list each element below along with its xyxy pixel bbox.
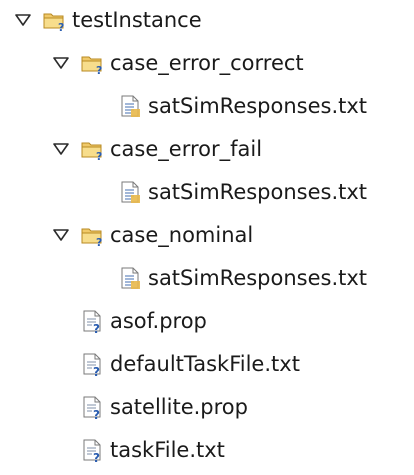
tree-item-testinstance[interactable]: ? testInstance: [12, 0, 202, 40]
file-question-icon: ?: [80, 395, 104, 419]
tree-item-defaulttaskfile[interactable]: ? defaultTaskFile.txt: [80, 344, 300, 384]
folder-question-icon: ?: [80, 223, 104, 247]
tree-item-label: asof.prop: [110, 308, 207, 333]
tree-item-taskfile[interactable]: ? taskFile.txt: [80, 430, 225, 470]
tree-item-label: case_error_fail: [110, 136, 263, 161]
file-tree: ? testInstance ? case_error_correct satS…: [0, 0, 414, 475]
svg-text:?: ?: [96, 236, 102, 247]
tree-item-case-error-correct[interactable]: ? case_error_correct: [50, 43, 304, 83]
svg-text:?: ?: [93, 408, 100, 419]
expand-chevron-icon[interactable]: [50, 138, 72, 160]
text-file-icon: [118, 94, 142, 118]
tree-item-label: satSimResponses.txt: [148, 179, 368, 204]
tree-item-label: case_nominal: [110, 222, 254, 247]
svg-text:?: ?: [93, 451, 100, 462]
tree-item-satsimresponses[interactable]: satSimResponses.txt: [118, 258, 367, 298]
expand-chevron-icon[interactable]: [50, 52, 72, 74]
tree-item-label: taskFile.txt: [110, 437, 225, 462]
tree-item-satsimresponses[interactable]: satSimResponses.txt: [118, 172, 367, 212]
expand-chevron-icon[interactable]: [50, 224, 72, 246]
text-file-icon: [118, 266, 142, 290]
tree-item-satellite-prop[interactable]: ? satellite.prop: [80, 387, 248, 427]
folder-question-icon: ?: [42, 8, 66, 32]
tree-item-satsimresponses[interactable]: satSimResponses.txt: [118, 86, 367, 126]
expand-chevron-icon[interactable]: [12, 9, 34, 31]
svg-text:?: ?: [93, 365, 100, 376]
tree-item-label: defaultTaskFile.txt: [110, 351, 300, 376]
folder-question-icon: ?: [80, 51, 104, 75]
tree-item-label: testInstance: [72, 7, 202, 32]
tree-item-label: satSimResponses.txt: [148, 265, 368, 290]
file-question-icon: ?: [80, 438, 104, 462]
svg-text:?: ?: [58, 21, 64, 32]
tree-item-asof-prop[interactable]: ? asof.prop: [80, 301, 207, 341]
tree-item-case-error-fail[interactable]: ? case_error_fail: [50, 129, 262, 169]
tree-item-case-nominal[interactable]: ? case_nominal: [50, 215, 253, 255]
tree-item-label: satSimResponses.txt: [148, 93, 368, 118]
file-question-icon: ?: [80, 352, 104, 376]
svg-text:?: ?: [96, 150, 102, 161]
tree-item-label: case_error_correct: [110, 50, 304, 75]
folder-question-icon: ?: [80, 137, 104, 161]
text-file-icon: [118, 180, 142, 204]
svg-text:?: ?: [93, 322, 100, 333]
svg-text:?: ?: [96, 64, 102, 75]
file-question-icon: ?: [80, 309, 104, 333]
tree-item-label: satellite.prop: [110, 394, 248, 419]
